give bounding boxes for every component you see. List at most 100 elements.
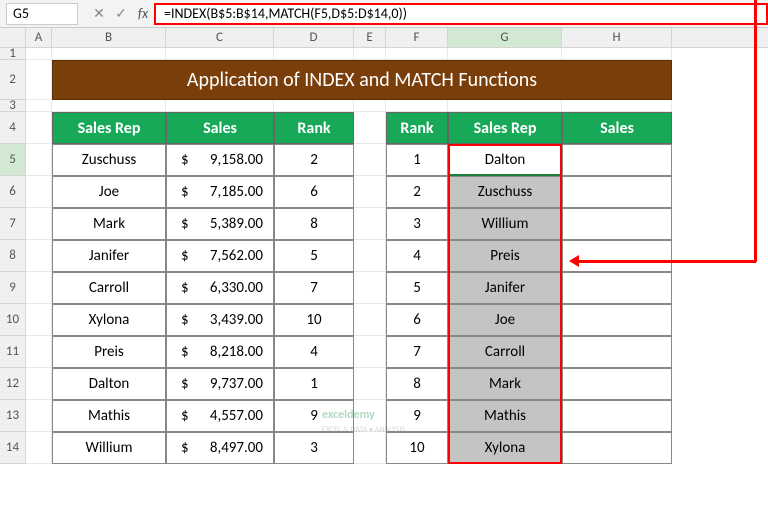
row-header[interactable]: 1: [0, 48, 26, 60]
cell-rep[interactable]: Dalton: [52, 368, 166, 400]
cell-rank2[interactable]: 5: [386, 272, 448, 304]
cell[interactable]: [26, 100, 52, 112]
title-cell[interactable]: Application of INDEX and MATCH Functions: [52, 60, 672, 100]
cell-rank2[interactable]: 4: [386, 240, 448, 272]
cell-sales2[interactable]: [562, 272, 672, 304]
cell[interactable]: [386, 100, 448, 112]
cell-sales2[interactable]: [562, 304, 672, 336]
cell-sales[interactable]: $7,562.00: [166, 240, 274, 272]
row-header[interactable]: 11: [0, 336, 26, 368]
cell-rank[interactable]: 6: [274, 176, 354, 208]
col-header[interactable]: H: [562, 28, 672, 47]
header-sales[interactable]: Sales: [166, 112, 274, 144]
cell-rank2[interactable]: 10: [386, 432, 448, 464]
cell-rank[interactable]: 8: [274, 208, 354, 240]
cell-sales[interactable]: $3,439.00: [166, 304, 274, 336]
cell-rank[interactable]: 2: [274, 144, 354, 176]
cell[interactable]: [354, 272, 386, 304]
row-header[interactable]: 12: [0, 368, 26, 400]
cell-rank2[interactable]: 3: [386, 208, 448, 240]
cell-rep[interactable]: Janifer: [52, 240, 166, 272]
cell[interactable]: [562, 48, 672, 60]
cell[interactable]: [354, 176, 386, 208]
cell-rep2[interactable]: Willium: [448, 208, 562, 240]
cell[interactable]: [26, 176, 52, 208]
cell-rank[interactable]: 10: [274, 304, 354, 336]
cell-rep2[interactable]: Zuschuss: [448, 176, 562, 208]
header-rank[interactable]: Rank: [274, 112, 354, 144]
cell-sales[interactable]: $7,185.00: [166, 176, 274, 208]
cell-rep2[interactable]: Mark: [448, 368, 562, 400]
cell[interactable]: [52, 100, 166, 112]
cell[interactable]: [26, 368, 52, 400]
select-all-corner[interactable]: [0, 28, 26, 47]
cell-rep2[interactable]: Mathis: [448, 400, 562, 432]
cell[interactable]: [562, 100, 672, 112]
cell-rep2[interactable]: Preis: [448, 240, 562, 272]
col-header[interactable]: C: [166, 28, 274, 47]
cell-rep[interactable]: Carroll: [52, 272, 166, 304]
cell-sales[interactable]: $8,218.00: [166, 336, 274, 368]
cell-rep[interactable]: Mark: [52, 208, 166, 240]
cell-rank2[interactable]: 6: [386, 304, 448, 336]
cell-sales2[interactable]: [562, 240, 672, 272]
cell[interactable]: [354, 208, 386, 240]
row-header[interactable]: 14: [0, 432, 26, 464]
cell-rank2[interactable]: 7: [386, 336, 448, 368]
cell-rank2[interactable]: 1: [386, 144, 448, 176]
cancel-icon[interactable]: ✕: [88, 5, 110, 22]
cell[interactable]: [26, 60, 52, 100]
cell[interactable]: [354, 100, 386, 112]
cell-rep[interactable]: Mathis: [52, 400, 166, 432]
row-header[interactable]: 6: [0, 176, 26, 208]
cell[interactable]: [354, 112, 386, 144]
row-header[interactable]: 13: [0, 400, 26, 432]
row-header[interactable]: 3: [0, 100, 26, 112]
cell-sales[interactable]: $9,737.00: [166, 368, 274, 400]
cell-rank[interactable]: 4: [274, 336, 354, 368]
cell-sales2[interactable]: [562, 400, 672, 432]
cell-rank2[interactable]: 8: [386, 368, 448, 400]
cell-sales2[interactable]: [562, 144, 672, 176]
row-header[interactable]: 9: [0, 272, 26, 304]
cell[interactable]: [354, 48, 386, 60]
cell[interactable]: [354, 432, 386, 464]
cell[interactable]: [26, 336, 52, 368]
cell-rep[interactable]: Zuschuss: [52, 144, 166, 176]
cell[interactable]: [26, 432, 52, 464]
row-header[interactable]: 8: [0, 240, 26, 272]
fx-icon[interactable]: fx: [132, 5, 154, 22]
enter-icon[interactable]: ✓: [110, 5, 132, 22]
cell[interactable]: [26, 240, 52, 272]
cell-rep2[interactable]: Xylona: [448, 432, 562, 464]
cell-rank[interactable]: 9: [274, 400, 354, 432]
cell[interactable]: [166, 48, 274, 60]
cell[interactable]: [274, 48, 354, 60]
cell[interactable]: [52, 48, 166, 60]
cell-sales2[interactable]: [562, 208, 672, 240]
cell-rep2[interactable]: Janifer: [448, 272, 562, 304]
cell[interactable]: [26, 304, 52, 336]
cell[interactable]: [166, 100, 274, 112]
cell[interactable]: [448, 48, 562, 60]
cell[interactable]: [354, 144, 386, 176]
cell[interactable]: [354, 304, 386, 336]
col-header[interactable]: D: [274, 28, 354, 47]
cell-sales2[interactable]: [562, 336, 672, 368]
col-header[interactable]: G: [448, 28, 562, 47]
cell-sales[interactable]: $5,389.00: [166, 208, 274, 240]
cell-rep[interactable]: Willium: [52, 432, 166, 464]
formula-input[interactable]: =INDEX(B$5:B$14,MATCH(F5,D$5:D$14,0)): [154, 3, 768, 25]
col-header[interactable]: F: [386, 28, 448, 47]
header-sales2[interactable]: Sales: [562, 112, 672, 144]
header-sales-rep2[interactable]: Sales Rep: [448, 112, 562, 144]
row-header[interactable]: 5: [0, 144, 26, 176]
cell-rep[interactable]: Joe: [52, 176, 166, 208]
header-rank2[interactable]: Rank: [386, 112, 448, 144]
row-header[interactable]: 10: [0, 304, 26, 336]
cell[interactable]: [448, 100, 562, 112]
cell-sales2[interactable]: [562, 176, 672, 208]
cell-rep[interactable]: Preis: [52, 336, 166, 368]
cell-sales[interactable]: $4,557.00: [166, 400, 274, 432]
cell-rank[interactable]: 7: [274, 272, 354, 304]
